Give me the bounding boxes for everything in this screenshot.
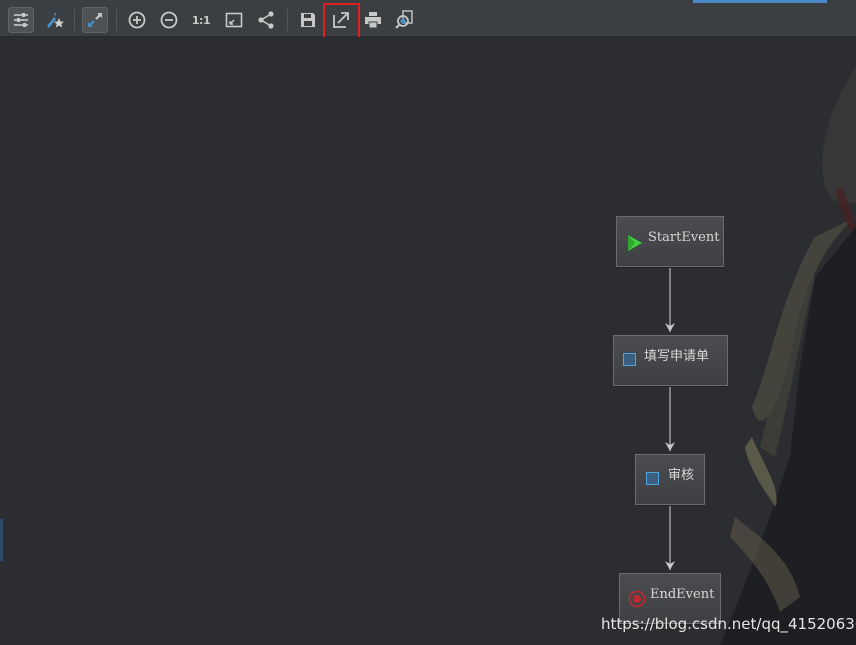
node-label: EndEvent: [650, 587, 715, 602]
toolbar-separator: [116, 9, 117, 31]
save-button[interactable]: [295, 7, 321, 33]
zoom-out-icon: [160, 11, 178, 29]
active-tab-indicator: [693, 0, 827, 3]
node-label: StartEvent: [648, 230, 720, 245]
start-event-node[interactable]: StartEvent: [616, 216, 724, 267]
settings-button[interactable]: [8, 7, 34, 33]
print-preview-icon: [395, 10, 413, 29]
fit-content-icon: [225, 12, 243, 28]
fit-content-button[interactable]: [221, 7, 247, 33]
diagram-canvas[interactable]: StartEvent 填写申请单 审核 EndEvent: [0, 37, 856, 645]
expand-arrows-icon: [88, 13, 102, 27]
watermark-text: https://blog.csdn.net/qq_41520636: [601, 615, 856, 633]
settings-sliders-icon: [14, 13, 28, 27]
layout-button[interactable]: [253, 7, 279, 33]
actual-size-icon: 1:1: [191, 13, 211, 27]
diagram-toolbar: 1:1: [0, 0, 856, 44]
star-palette-icon: [47, 13, 64, 28]
print-button[interactable]: [360, 7, 386, 33]
toolbar-separator: [74, 9, 75, 31]
layout-share-icon: [258, 11, 274, 29]
start-event-icon: [628, 235, 642, 251]
zoom-in-button[interactable]: [124, 7, 150, 33]
expand-button[interactable]: [82, 7, 108, 33]
style-button[interactable]: [42, 7, 68, 33]
zoom-out-button[interactable]: [156, 7, 182, 33]
print-icon: [365, 12, 381, 29]
user-task-icon: [623, 353, 636, 366]
actual-size-button[interactable]: 1:1: [188, 7, 214, 33]
node-label: 审核: [668, 468, 695, 483]
task-node[interactable]: 填写申请单: [613, 335, 728, 386]
end-event-icon: [628, 590, 646, 608]
node-label: 填写申请单: [644, 349, 710, 364]
zoom-in-icon: [128, 11, 146, 29]
user-task-icon: [646, 472, 659, 485]
save-icon: [301, 13, 315, 27]
task-node[interactable]: 审核: [635, 454, 705, 505]
print-preview-button[interactable]: [392, 7, 418, 33]
toolbar-separator: [287, 9, 288, 31]
